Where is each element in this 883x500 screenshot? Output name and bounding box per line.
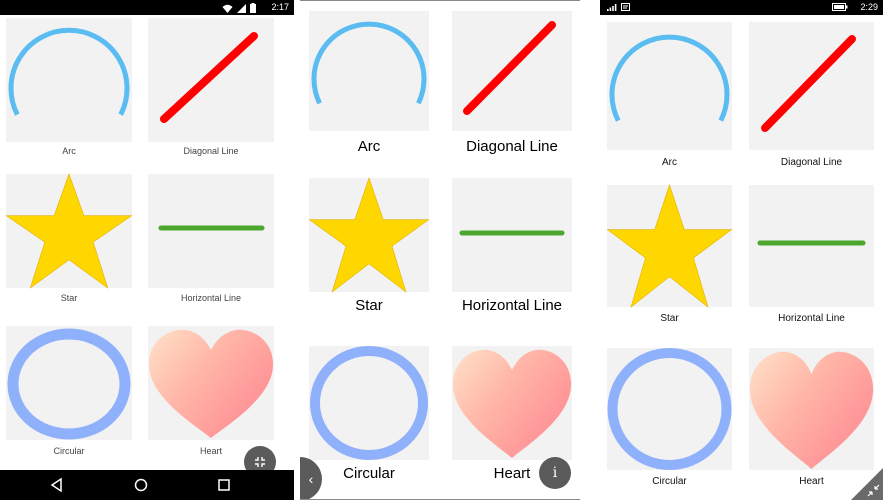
arc-shape (609, 34, 730, 122)
heart-shape-tile (749, 348, 874, 470)
back-icon[interactable] (49, 477, 65, 493)
horizontal-line-shape (459, 230, 565, 236)
heart-shape (148, 329, 274, 438)
arc-label: Arc (662, 157, 677, 168)
star-shape (606, 184, 733, 308)
diagonal-line-label: Diagonal Line (466, 138, 558, 155)
heart-shape-tile (452, 346, 572, 460)
diagonal-line-tile (148, 18, 274, 142)
diagonal-line-shape (160, 32, 258, 123)
diagonal-line-label: Diagonal Line (780, 157, 843, 168)
diagonal-line-tile (749, 22, 874, 150)
arc-shape (8, 27, 130, 116)
circular-label: Circular (53, 446, 85, 456)
circular-label: Circular (343, 465, 395, 482)
horizontal-line-tile (452, 178, 572, 292)
circular-label: Circular (652, 476, 687, 487)
home-icon[interactable] (133, 477, 149, 493)
wifi-icon (222, 4, 233, 13)
horizontal-line-shape (158, 225, 265, 231)
info-icon: i (552, 465, 558, 481)
circular-shape (310, 346, 428, 460)
circular-shape-tile (309, 346, 429, 460)
diagonal-line-tile (452, 11, 572, 131)
android-panel: 2:17 Arc Diagonal Line Star Horizontal L… (0, 0, 294, 500)
diagonal-line-shape (761, 35, 856, 132)
horizontal-line-tile (148, 174, 274, 288)
star-shape (5, 173, 133, 289)
message-icon (621, 3, 630, 11)
star-label: Star (355, 297, 383, 314)
arc-shape (311, 21, 427, 105)
heart-shape (452, 349, 572, 458)
star-shape (308, 177, 430, 293)
horizontal-line-label: Horizontal Line (180, 293, 242, 303)
battery-icon (250, 3, 256, 13)
signal-icon (607, 4, 617, 11)
star-label: Star (60, 293, 78, 303)
ios-panel: Arc Diagonal Line Star Horizontal Line C… (300, 0, 580, 500)
arc-label: Arc (62, 146, 76, 156)
horizontal-line-shape (757, 240, 866, 246)
collapse-icon[interactable] (867, 484, 880, 497)
heart-shape-tile (148, 326, 274, 440)
star-shape-tile (606, 184, 733, 308)
back-button[interactable]: ‹ (300, 457, 322, 499)
horizontal-line-tile (749, 185, 874, 307)
status-time: 2:29 (860, 2, 878, 12)
heart-shape (749, 351, 874, 469)
star-label: Star (660, 313, 679, 324)
collapse-icon (255, 457, 265, 467)
circular-shape-tile (6, 326, 132, 440)
arc-shape-tile (309, 11, 429, 131)
star-shape-tile (308, 177, 430, 293)
diagonal-line-shape (463, 21, 556, 115)
android-nav-bar (0, 470, 294, 500)
circular-shape (7, 328, 131, 440)
horizontal-line-label: Horizontal Line (461, 297, 563, 314)
arc-shape-tile (607, 22, 732, 150)
circular-shape-tile (607, 348, 732, 470)
arc-shape-tile (6, 18, 132, 142)
arc-label: Arc (357, 138, 381, 155)
recents-icon[interactable] (216, 477, 232, 493)
chevron-left-icon: ‹ (308, 471, 314, 487)
signal-icon (237, 3, 246, 13)
horizontal-line-label: Horizontal Line (778, 313, 845, 324)
panel-divider (580, 0, 600, 500)
uwp-status-bar: 2:29 (600, 0, 883, 15)
circular-shape (607, 348, 732, 470)
star-shape-tile (5, 173, 133, 289)
uwp-panel: 2:29 Arc Diagonal Line Star Horizontal L… (600, 0, 883, 500)
diagonal-line-label: Diagonal Line (183, 146, 239, 156)
status-time: 2:17 (271, 2, 289, 12)
android-status-bar: 2:17 (0, 0, 294, 15)
battery-icon (832, 3, 848, 11)
info-button[interactable]: i (539, 457, 571, 489)
